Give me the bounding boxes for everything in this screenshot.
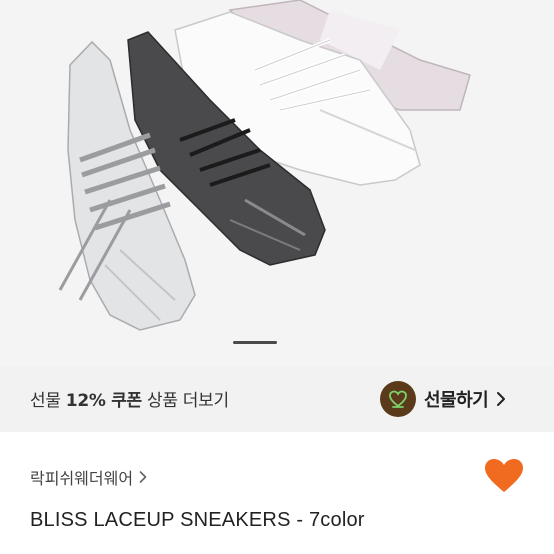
product-title: BLISS LACEUP SNEAKERS - 7color — [30, 509, 365, 531]
coupon-prefix: 선물 — [30, 391, 66, 411]
gift-button[interactable]: 선물하기 — [380, 377, 530, 421]
product-image-carousel[interactable] — [0, 0, 554, 366]
gift-icon — [380, 381, 416, 417]
coupon-suffix: 상품 더보기 — [141, 391, 229, 411]
chevron-right-icon — [139, 471, 147, 483]
brand-link[interactable]: 락피쉬웨더웨어 — [30, 465, 147, 489]
coupon-promo-text[interactable]: 선물 12% 쿠폰 상품 더보기 — [30, 386, 229, 411]
gift-button-label: 선물하기 — [424, 390, 489, 411]
product-photo — [0, 0, 554, 366]
coupon-highlight: 12% 쿠폰 — [65, 391, 142, 411]
heart-icon[interactable] — [484, 458, 524, 494]
brand-name: 락피쉬웨더웨어 — [30, 469, 134, 488]
chevron-right-icon — [497, 392, 506, 406]
carousel-indicator[interactable] — [233, 341, 277, 344]
